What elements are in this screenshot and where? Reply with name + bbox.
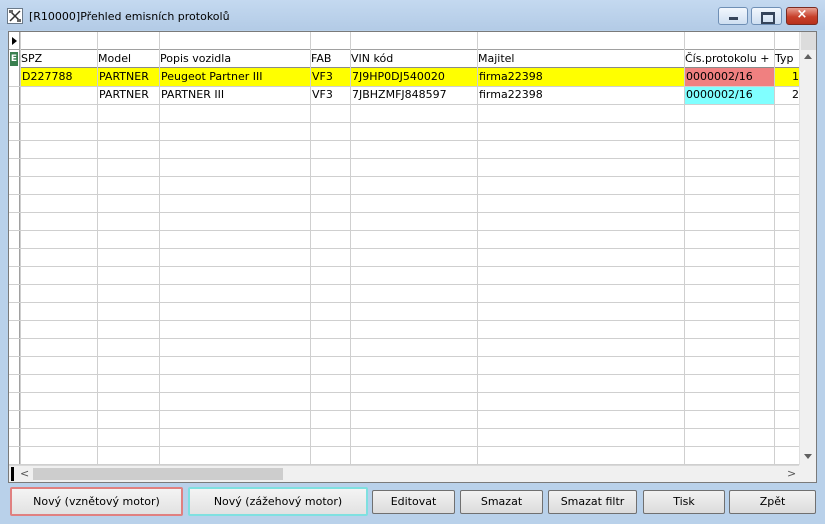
cell-popis[interactable]: Peugeot Partner III [159, 68, 310, 86]
grid-row-line [9, 320, 800, 321]
cell-typ[interactable]: 1 [774, 68, 800, 86]
grid-row-line [9, 176, 800, 177]
filter-row[interactable] [9, 32, 800, 50]
table-row[interactable]: PARTNER PARTNER III VF3 7JBHZMFJ848597 f… [20, 86, 800, 104]
cell-model[interactable]: PARTNER [97, 68, 159, 86]
filter-row-indicator [9, 32, 20, 50]
grid-row-line [9, 248, 800, 249]
horizontal-scrollbar[interactable]: < > [9, 465, 799, 482]
close-button[interactable]: × [786, 7, 818, 25]
new-petrol-button[interactable]: Nový (zážehový motor) [188, 487, 368, 516]
clear-filter-button[interactable]: Smazat filtr [548, 490, 637, 514]
cell-typ[interactable]: 2 [774, 86, 800, 104]
scroll-right-icon[interactable]: > [787, 467, 796, 480]
cell-majitel[interactable]: firma22398 [477, 86, 684, 104]
grid-row-line [9, 194, 800, 195]
cell-vin[interactable]: 7J9HP0DJ540020 [350, 68, 477, 86]
edit-indicator-icon: E [10, 52, 18, 66]
grid-row-line [9, 122, 800, 123]
cell-protokol[interactable]: 0000002/16 [684, 86, 774, 104]
cell-spz[interactable] [20, 86, 97, 104]
grid-row-line [9, 374, 800, 375]
scroll-down-icon[interactable] [804, 454, 812, 459]
minimize-button[interactable] [718, 7, 748, 25]
edit-button[interactable]: Editovat [372, 490, 455, 514]
scroll-position-marker [11, 467, 14, 481]
row-pointer-icon [12, 37, 17, 45]
grid-row-line [9, 302, 800, 303]
scroll-left-icon[interactable]: < [20, 467, 29, 480]
row-indicator-column: E [9, 50, 20, 465]
protocol-grid[interactable]: E SPZ Model Popis vozidla FAB VIN kód Ma… [8, 31, 817, 483]
col-header-popis[interactable]: Popis vozidla [159, 50, 310, 68]
cell-fab[interactable]: VF3 [310, 68, 350, 86]
scroll-up-icon[interactable] [804, 54, 812, 59]
scrollbar-corner [799, 465, 816, 482]
title-bar: [R10000]Přehled emisních protokolů × [0, 0, 825, 30]
cell-majitel[interactable]: firma22398 [477, 68, 684, 86]
table-row[interactable]: D227788 PARTNER Peugeot Partner III VF3 … [20, 68, 800, 86]
cell-vin[interactable]: 7JBHZMFJ848597 [350, 86, 477, 104]
grid-row-line [9, 356, 800, 357]
grid-row-line [9, 392, 800, 393]
grid-row-line [9, 230, 800, 231]
grid-row-line [9, 410, 800, 411]
col-header-vin[interactable]: VIN kód [350, 50, 477, 68]
grid-row-line [9, 428, 800, 429]
grid-row-line [9, 266, 800, 267]
grid-row-line [9, 212, 800, 213]
back-button[interactable]: Zpět [729, 490, 816, 514]
grid-row-line [9, 446, 800, 447]
horizontal-scroll-thumb[interactable] [33, 468, 283, 480]
col-header-protokol[interactable]: Čís.protokolu + [684, 50, 774, 68]
window-title: [R10000]Přehled emisních protokolů [29, 10, 230, 23]
grid-row-line [9, 86, 800, 87]
grid-row-line [9, 338, 800, 339]
print-button[interactable]: Tisk [643, 490, 725, 514]
col-header-spz[interactable]: SPZ [20, 50, 97, 68]
vertical-scrollbar[interactable] [799, 32, 816, 465]
grid-row-line [9, 158, 800, 159]
cell-popis[interactable]: PARTNER III [159, 86, 310, 104]
cell-spz[interactable]: D227788 [20, 68, 97, 86]
grid-row-line [9, 284, 800, 285]
vertical-scroll-thumb[interactable] [801, 32, 816, 50]
grid-row-line [9, 104, 800, 105]
cell-model[interactable]: PARTNER [97, 86, 159, 104]
maximize-button[interactable] [751, 7, 782, 25]
col-header-fab[interactable]: FAB [310, 50, 350, 68]
grid-row-line [9, 140, 800, 141]
tools-icon[interactable] [7, 8, 23, 24]
col-header-majitel[interactable]: Majitel [477, 50, 684, 68]
col-header-typ[interactable]: Typ [774, 50, 800, 68]
close-icon: × [796, 7, 808, 22]
cell-protokol[interactable]: 0000002/16 [684, 68, 774, 86]
col-header-model[interactable]: Model [97, 50, 159, 68]
delete-button[interactable]: Smazat [460, 490, 543, 514]
column-header-row: SPZ Model Popis vozidla FAB VIN kód Maji… [20, 50, 800, 68]
cell-fab[interactable]: VF3 [310, 86, 350, 104]
new-diesel-button[interactable]: Nový (vznětový motor) [10, 487, 183, 516]
